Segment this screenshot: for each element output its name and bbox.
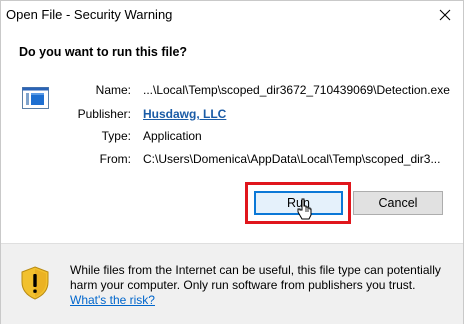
- security-warning-dialog: Open File - Security Warning Do you want…: [0, 0, 464, 324]
- publisher-label: Publisher:: [77, 107, 131, 121]
- type-value: Application: [143, 129, 202, 143]
- warning-message: While files from the Internet can be use…: [70, 263, 455, 308]
- warning-shield-icon: [21, 266, 49, 300]
- window-title: Open File - Security Warning: [6, 7, 173, 22]
- run-button-label: Run: [287, 196, 310, 210]
- run-button[interactable]: Run: [254, 191, 343, 215]
- from-label: From:: [99, 152, 131, 166]
- warning-text: While files from the Internet can be use…: [70, 263, 441, 292]
- close-button[interactable]: [433, 4, 457, 26]
- close-icon: [439, 9, 451, 21]
- name-value: ...\Local\Temp\scoped_dir3672_710439069\…: [143, 83, 450, 97]
- type-label: Type:: [101, 129, 131, 143]
- cancel-button-label: Cancel: [378, 196, 418, 210]
- warning-footer: While files from the Internet can be use…: [1, 244, 463, 324]
- name-label: Name:: [95, 83, 131, 97]
- from-value: C:\Users\Domenica\AppData\Local\Temp\sco…: [143, 152, 441, 166]
- whats-the-risk-link[interactable]: What's the risk?: [70, 293, 155, 307]
- title-bar: Open File - Security Warning: [1, 1, 463, 29]
- publisher-link[interactable]: Husdawg, LLC: [143, 107, 226, 121]
- prompt-question: Do you want to run this file?: [19, 45, 188, 59]
- cancel-button[interactable]: Cancel: [353, 191, 443, 215]
